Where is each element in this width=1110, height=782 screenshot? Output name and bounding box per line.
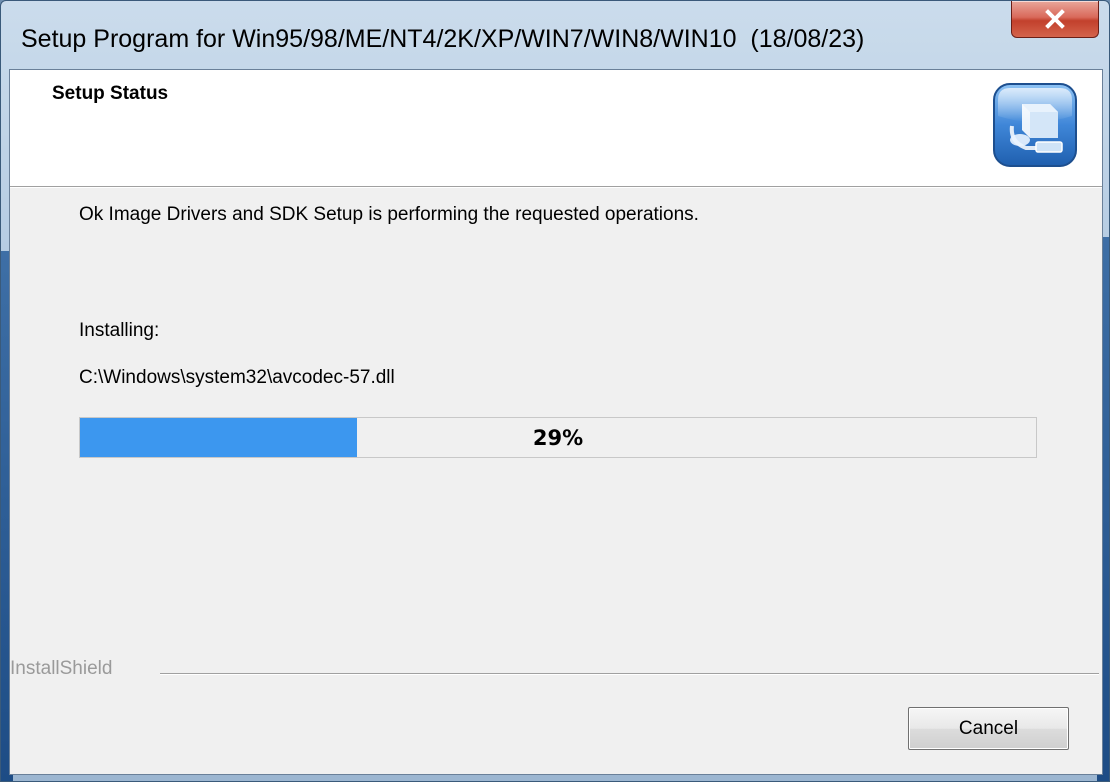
progress-bar: 29%	[79, 417, 1037, 458]
current-file-path: C:\Windows\system32\avcodec-57.dll	[79, 367, 395, 388]
status-description: Ok Image Drivers and SDK Setup is perfor…	[79, 204, 699, 225]
page-title: Setup Status	[52, 83, 169, 104]
title-bar[interactable]: Setup Program for Win95/98/ME/NT4/2K/XP/…	[1, 1, 1109, 69]
installing-label: Installing:	[79, 320, 160, 341]
setup-window: Setup Program for Win95/98/ME/NT4/2K/XP/…	[0, 0, 1110, 782]
dialog-header: Setup Status	[10, 70, 1102, 187]
window-title: Setup Program for Win95/98/ME/NT4/2K/XP/…	[21, 25, 865, 53]
installshield-separator: InstallShield	[10, 658, 1102, 688]
close-icon	[1045, 9, 1065, 29]
setup-computer-icon	[992, 82, 1078, 168]
separator-line	[160, 673, 1099, 675]
cancel-button[interactable]: Cancel	[908, 707, 1069, 750]
dialog-client-area: Setup Status Ok Image Drivers and SDK Se…	[9, 69, 1103, 775]
installshield-brand: InstallShield	[10, 658, 123, 680]
close-button[interactable]	[1011, 1, 1099, 38]
progress-percent-label: 29%	[532, 425, 584, 450]
